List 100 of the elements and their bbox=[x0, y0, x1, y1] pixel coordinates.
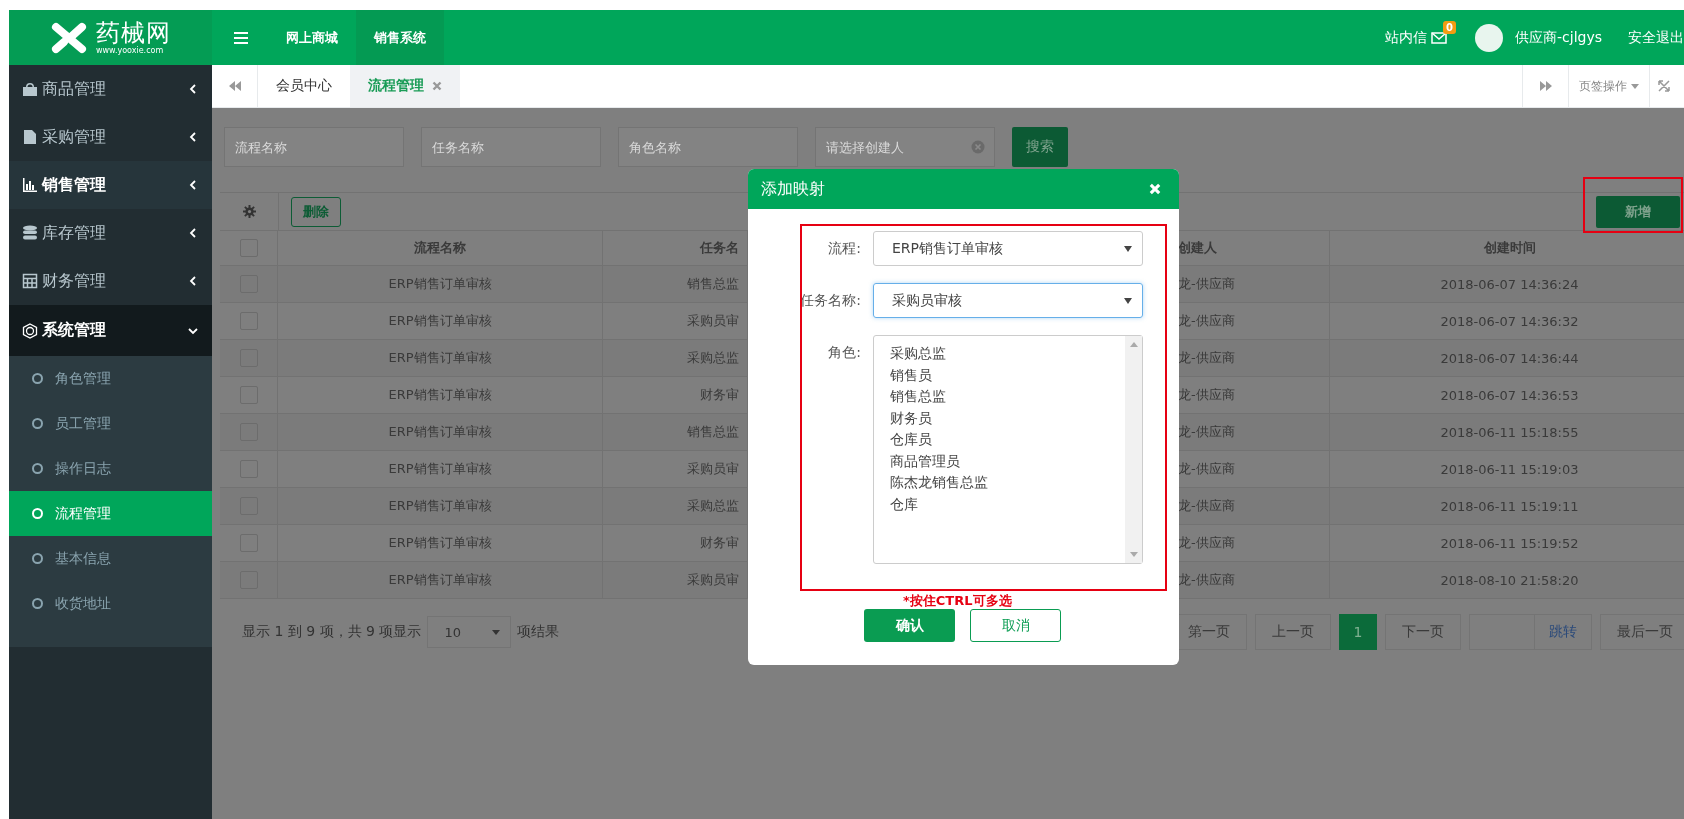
scrollbar[interactable] bbox=[1125, 336, 1142, 563]
sidebar-item[interactable]: 销售管理 bbox=[9, 161, 212, 209]
page-number-button[interactable]: 1 bbox=[1339, 614, 1377, 650]
envelope-icon[interactable] bbox=[1431, 31, 1447, 44]
list-option[interactable]: 财务员 bbox=[890, 407, 1125, 429]
sidebar-item[interactable]: 商品管理 bbox=[9, 65, 212, 113]
column-header[interactable]: 创建时间 bbox=[1330, 231, 1684, 265]
messages-link[interactable]: 站内信 bbox=[1385, 28, 1427, 47]
select-field[interactable]: 采购员审核 bbox=[873, 283, 1143, 318]
hint-text: *按住CTRL可多选 bbox=[903, 592, 1012, 610]
bag-icon bbox=[22, 81, 38, 97]
field-label: 任务名称: bbox=[799, 291, 862, 310]
select-field[interactable]: ERP销售订单审核 bbox=[873, 231, 1143, 266]
document-icon bbox=[22, 129, 38, 145]
table-cell: 2018-06-11 15:19:03 bbox=[1330, 451, 1684, 487]
sidebar-subitem[interactable]: 基本信息 bbox=[9, 536, 212, 581]
sidebar-subitem[interactable]: 收货地址 bbox=[9, 581, 212, 626]
table-cell: ERP销售订单审核 bbox=[278, 340, 603, 376]
close-icon[interactable] bbox=[432, 81, 442, 91]
menu-icon[interactable] bbox=[234, 31, 248, 44]
list-option[interactable]: 仓库员 bbox=[890, 429, 1125, 451]
table-cell: 2018-06-11 15:19:52 bbox=[1330, 525, 1684, 561]
search-field[interactable]: 任务名称 bbox=[421, 127, 601, 167]
circle-icon bbox=[32, 553, 43, 564]
settings-icon[interactable] bbox=[242, 205, 256, 218]
pagination-summary: 显示 1 到 9 项，共 9 项显示 bbox=[242, 623, 422, 641]
page-tab[interactable]: 流程管理 bbox=[350, 65, 460, 107]
logout-link[interactable]: 安全退出 bbox=[1628, 28, 1684, 47]
role-listbox[interactable]: 采购总监 销售员 销售总监 财务员 仓库员 商品管理员 陈杰龙销售总监 仓库 bbox=[873, 335, 1143, 564]
table-cell: ERP销售订单审核 bbox=[278, 451, 603, 487]
table-cell: ERP销售订单审核 bbox=[278, 377, 603, 413]
last-page-button[interactable]: 最后一页 bbox=[1600, 614, 1684, 650]
sidebar-item[interactable]: 财务管理 bbox=[9, 257, 212, 305]
logo[interactable]: 药械网 www.yooxie.com bbox=[9, 10, 212, 65]
table-cell: ERP销售订单审核 bbox=[278, 266, 603, 302]
clear-icon[interactable] bbox=[971, 140, 985, 154]
jump-button[interactable]: 跳转 bbox=[1535, 614, 1592, 650]
logo-url: www.yooxie.com bbox=[96, 46, 165, 55]
sidebar-subitem[interactable]: 操作日志 bbox=[9, 446, 212, 491]
chevron-icon bbox=[188, 276, 198, 286]
circle-icon bbox=[32, 508, 43, 519]
list-option[interactable]: 采购总监 bbox=[890, 343, 1125, 365]
table-cell: 2018-06-11 15:19:11 bbox=[1330, 488, 1684, 524]
message-count-badge: 0 bbox=[1443, 20, 1456, 34]
caret-icon bbox=[1631, 83, 1639, 89]
search-button[interactable]: 搜索 bbox=[1012, 127, 1068, 167]
table-cell: 2018-06-07 14:36:24 bbox=[1330, 266, 1684, 302]
table-cell: ERP销售订单审核 bbox=[278, 525, 603, 561]
circle-icon bbox=[32, 418, 43, 429]
column-header[interactable]: 流程名称 bbox=[278, 231, 603, 265]
add-button[interactable]: 新增 bbox=[1596, 195, 1680, 228]
chevron-icon bbox=[188, 180, 198, 190]
user-name-link[interactable]: 供应商-cjlgys bbox=[1515, 28, 1602, 47]
chevron-icon bbox=[188, 84, 198, 94]
sidebar-item[interactable]: 系统管理 bbox=[9, 305, 212, 356]
table-cell: ERP销售订单审核 bbox=[278, 488, 603, 524]
top-nav-link[interactable]: 网上商城 bbox=[268, 10, 356, 65]
list-option[interactable]: 仓库 bbox=[890, 493, 1125, 515]
scroll-down-icon[interactable] bbox=[1129, 552, 1138, 557]
dialog-title: 添加映射 bbox=[761, 178, 825, 200]
search-field[interactable]: 请选择创建人 bbox=[815, 127, 995, 167]
table-cell: 2018-06-11 15:18:55 bbox=[1330, 414, 1684, 450]
page-tab[interactable]: 会员中心 bbox=[258, 65, 350, 107]
sidebar-item[interactable]: 库存管理 bbox=[9, 209, 212, 257]
expand-icon bbox=[1658, 80, 1670, 92]
caret-icon bbox=[1124, 245, 1132, 252]
table-cell: 2018-06-07 14:36:32 bbox=[1330, 303, 1684, 339]
list-option[interactable]: 陈杰龙销售总监 bbox=[890, 472, 1125, 494]
circle-icon bbox=[32, 598, 43, 609]
cancel-button[interactable]: 取消 bbox=[970, 609, 1061, 642]
double-right-icon bbox=[1539, 81, 1552, 91]
search-field[interactable]: 角色名称 bbox=[618, 127, 798, 167]
sidebar-subitem[interactable]: 员工管理 bbox=[9, 401, 212, 446]
caret-icon bbox=[492, 629, 501, 635]
delete-button[interactable]: 删除 bbox=[291, 196, 341, 227]
scroll-up-icon[interactable] bbox=[1129, 342, 1138, 347]
sidebar-subitem[interactable]: 流程管理 bbox=[9, 491, 212, 536]
table-cell: ERP销售订单审核 bbox=[278, 303, 603, 339]
tab-actions-dropdown[interactable]: 页签操作 bbox=[1568, 65, 1649, 107]
field-label: 角色: bbox=[827, 343, 862, 362]
table-cell: 2018-08-10 21:58:20 bbox=[1330, 562, 1684, 598]
search-field[interactable]: 流程名称 bbox=[224, 127, 404, 167]
database-icon bbox=[22, 225, 38, 241]
list-option[interactable]: 销售员 bbox=[890, 364, 1125, 386]
avatar-icon bbox=[1475, 23, 1503, 52]
chevron-icon bbox=[188, 132, 198, 142]
chevron-icon bbox=[188, 228, 198, 238]
sidebar-subitem[interactable]: 角色管理 bbox=[9, 356, 212, 401]
caret-icon bbox=[1124, 297, 1132, 304]
circle-icon bbox=[32, 373, 43, 384]
double-left-icon bbox=[228, 81, 241, 91]
confirm-button[interactable]: 确认 bbox=[864, 609, 955, 642]
logo-name: 药械网 bbox=[96, 20, 171, 45]
list-option[interactable]: 商品管理员 bbox=[890, 450, 1125, 472]
page-size-select[interactable]: 10 bbox=[427, 616, 512, 648]
next-page-button[interactable]: 下一页 bbox=[1385, 614, 1461, 650]
list-option[interactable]: 销售总监 bbox=[890, 386, 1125, 408]
bar-chart-icon bbox=[22, 177, 38, 193]
top-nav-link[interactable]: 销售系统 bbox=[356, 10, 444, 65]
sidebar-item[interactable]: 采购管理 bbox=[9, 113, 212, 161]
